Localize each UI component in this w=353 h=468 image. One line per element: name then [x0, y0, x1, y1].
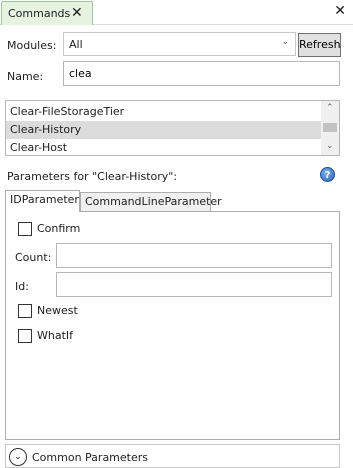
id-label: Id: — [15, 280, 29, 293]
count-label: Count: — [15, 251, 52, 264]
parameters-panel: Confirm Count: Id: Newest WhatIf — [5, 211, 340, 440]
common-parameters-expander[interactable]: ⌄ Common Parameters — [5, 444, 340, 468]
newest-label: Newest — [37, 304, 78, 317]
chevron-down-icon[interactable]: ⌄ — [326, 141, 334, 151]
tab-title: Commands — [8, 7, 71, 20]
modules-label: Modules: — [7, 39, 57, 52]
scroll-thumb[interactable] — [323, 123, 337, 132]
refresh-button[interactable]: Refresh — [298, 33, 341, 57]
chevron-up-icon[interactable]: ⌃ — [326, 103, 334, 113]
title-bar: Commands ✕ ✕ — [0, 0, 353, 25]
tab-idparameter[interactable]: IDParameter — [5, 190, 80, 212]
help-icon[interactable]: ? — [320, 167, 335, 182]
confirm-label: Confirm — [37, 222, 81, 235]
modules-select[interactable]: All ⌄ — [63, 32, 296, 56]
name-field[interactable] — [63, 61, 340, 86]
command-list: Clear-FileStorageTier Clear-History Clea… — [5, 100, 340, 156]
confirm-checkbox[interactable] — [18, 222, 32, 236]
commands-tab[interactable]: Commands ✕ — [1, 1, 93, 25]
list-item[interactable]: Clear-FileStorageTier — [6, 103, 322, 121]
whatif-checkbox[interactable] — [18, 329, 32, 343]
newest-checkbox[interactable] — [18, 304, 32, 318]
name-label: Name: — [7, 70, 44, 83]
count-field[interactable] — [56, 243, 332, 268]
tab-commandlineparameter[interactable]: CommandLineParameter — [80, 192, 222, 212]
list-item[interactable]: Clear-History — [6, 121, 322, 139]
list-item[interactable]: Clear-Host — [6, 139, 322, 155]
chevron-down-icon[interactable]: ⌄ — [9, 448, 27, 466]
whatif-label: WhatIf — [37, 329, 74, 342]
parameters-heading: Parameters for "Clear-History": — [7, 170, 178, 183]
close-icon[interactable]: ✕ — [71, 4, 83, 22]
id-field[interactable] — [56, 272, 332, 297]
modules-selected-value: All — [69, 38, 83, 51]
list-scrollbar[interactable]: ⌃ ⌄ — [321, 101, 339, 155]
window-close-icon[interactable]: ✕ — [334, 3, 346, 19]
common-parameters-label: Common Parameters — [32, 451, 148, 464]
chevron-down-icon: ⌄ — [281, 37, 289, 47]
